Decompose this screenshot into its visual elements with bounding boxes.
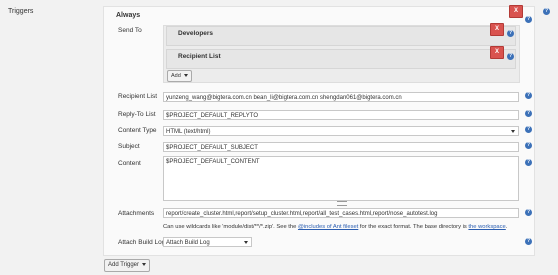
hint-text-1: Can use wildcards like 'module/dist/**/*… [163, 224, 298, 230]
help-icon-developers[interactable]: ? [507, 30, 514, 37]
recipient-name-developers: Developers [178, 30, 214, 37]
add-trigger-label: Add Trigger [108, 262, 140, 268]
attachments-hint: Can use wildcards like 'module/dist/**/*… [163, 224, 507, 230]
help-icon-recipient-list-field[interactable]: ? [525, 92, 532, 99]
add-recipient-button[interactable]: Add [167, 70, 192, 82]
delete-developers-button[interactable]: X [490, 23, 504, 36]
help-icon-triggers[interactable]: ? [543, 8, 550, 15]
attachments-label: Attachments [118, 210, 155, 217]
recipient-item-developers [166, 26, 516, 46]
content-textarea[interactable]: $PROJECT_DEFAULT_CONTENT [163, 156, 519, 201]
help-icon-subject[interactable]: ? [525, 142, 532, 149]
delete-trigger-button[interactable]: X [509, 5, 523, 18]
section-label-triggers: Triggers [8, 8, 34, 15]
add-trigger-button[interactable]: Add Trigger [104, 259, 151, 272]
help-icon-attachments[interactable]: ? [525, 209, 532, 216]
help-icon-content-type[interactable]: ? [525, 126, 532, 133]
hint-text-2: for the exact format. The base directory… [358, 224, 469, 230]
recipient-list-input[interactable]: yunzeng_wang@bigtera.com.cn bean_li@bigt… [163, 92, 519, 102]
content-label: Content [118, 160, 141, 167]
help-icon-recipient-list[interactable]: ? [507, 53, 514, 60]
attach-build-log-value: Attach Build Log [166, 240, 210, 246]
trigger-title: Always [116, 12, 141, 19]
caret-down-icon [244, 241, 248, 244]
textarea-resize-handle[interactable] [337, 201, 347, 206]
delete-recipient-list-button[interactable]: X [490, 46, 504, 59]
attach-build-log-select[interactable]: Attach Build Log [163, 237, 252, 247]
caret-down-icon [183, 74, 188, 78]
caret-down-icon [511, 130, 515, 133]
help-icon-content[interactable]: ? [525, 159, 532, 166]
content-type-select[interactable]: HTML (text/html) [163, 126, 519, 136]
help-icon-attach-build-log[interactable]: ? [525, 238, 532, 245]
help-icon-reply-to[interactable]: ? [525, 110, 532, 117]
add-recipient-label: Add [171, 73, 181, 79]
workspace-link[interactable]: the workspace [468, 224, 505, 230]
ant-fileset-link[interactable]: @includes of Ant fileset [298, 224, 358, 230]
reply-to-label: Reply-To List [118, 111, 156, 118]
attach-build-log-label: Attach Build Log [118, 239, 166, 246]
recipient-name-list: Recipient List [178, 53, 221, 60]
recipient-list-label: Recipient List [118, 93, 158, 100]
attachments-input[interactable]: report/create_cluster.html,report/setup_… [163, 208, 519, 218]
send-to-label: Send To [118, 27, 142, 34]
reply-to-input[interactable]: $PROJECT_DEFAULT_REPLYTO [163, 110, 519, 120]
caret-down-icon [142, 262, 147, 266]
content-type-value: HTML (text/html) [166, 129, 211, 135]
help-icon-trigger[interactable]: ? [525, 16, 532, 23]
content-type-label: Content Type [118, 127, 157, 134]
subject-label: Subject [118, 143, 140, 150]
hint-text-3: . [505, 224, 508, 230]
subject-input[interactable]: $PROJECT_DEFAULT_SUBJECT [163, 142, 519, 152]
